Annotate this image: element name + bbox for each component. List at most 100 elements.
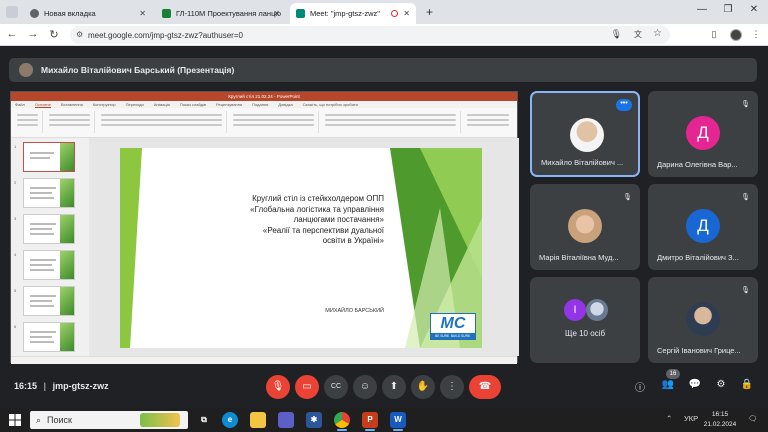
activities-icon[interactable]: ⚙ — [714, 379, 728, 390]
more-participants-tile[interactable]: I Ще 10 осіб — [530, 277, 640, 363]
minimize-icon[interactable]: — — [694, 4, 710, 15]
taskbar-clock[interactable]: 16:15 21.02.2024 — [702, 410, 738, 430]
participant-name: Марія Віталіївна Муд... — [539, 253, 619, 262]
tab-close-icon[interactable]: ✕ — [403, 9, 410, 18]
tab-label: ГЛ-110М Проектування ланцю — [176, 9, 281, 18]
edge-icon[interactable]: e — [222, 412, 238, 428]
ppt-tab: Скажіть, що потрібно зробити — [302, 102, 358, 107]
profile-avatar[interactable] — [730, 29, 742, 41]
meeting-code: jmp-gtsz-zwz — [52, 381, 109, 391]
url-field[interactable]: ⚙ meet.google.com/jmp-gtsz-zwz?authuser=… — [70, 26, 670, 44]
task-view-icon[interactable]: ⧉ — [196, 412, 212, 428]
participant-tile[interactable]: 🎙︎ Д Дмитро Віталійович З... — [648, 184, 758, 270]
slide-thumbnail[interactable] — [23, 178, 75, 208]
mic-toggle-button[interactable]: 🎙︎ — [266, 375, 290, 399]
ppt-status-bar — [11, 356, 517, 364]
search-highlight-icon — [140, 413, 180, 427]
clock-date: 21.02.2024 — [703, 421, 737, 428]
slide-green-decoration — [120, 148, 482, 348]
slide-thumbnail[interactable] — [23, 286, 75, 316]
file-explorer-icon[interactable] — [250, 412, 266, 428]
tab-new-tab[interactable]: Новая вкладка ✕ — [24, 3, 152, 24]
forward-icon[interactable]: → — [26, 28, 40, 40]
participant-tile[interactable]: ••• Михайло Віталійович ... — [530, 91, 640, 177]
logo-tagline: BE SURE. BUILD SURE. — [431, 333, 475, 339]
shared-screen[interactable]: Круглий стіл 21.02.24 - PowerPoint Файл … — [10, 91, 519, 364]
site-info-icon[interactable]: ⚙ — [76, 30, 83, 39]
participant-name: Ще 10 осіб — [564, 329, 606, 338]
reload-icon[interactable]: ↻ — [47, 28, 61, 41]
windows-start-icon[interactable] — [9, 414, 21, 426]
word-icon[interactable]: W — [390, 412, 406, 431]
participant-tile[interactable]: 🎙︎ Марія Віталіївна Муд... — [530, 184, 640, 270]
tab-close-icon[interactable]: ✕ — [273, 9, 280, 18]
window-close-icon[interactable]: ✕ — [746, 4, 762, 15]
clock-time: 16:15 — [711, 411, 729, 418]
participant-name: Дарина Олегівна Вар... — [657, 160, 738, 169]
host-controls-icon[interactable]: 🔒 — [740, 379, 754, 390]
slide-editor: Круглий стіл із стейкхолдером ОПП «Глоба… — [89, 138, 519, 356]
participant-photo — [570, 118, 604, 152]
maximize-icon[interactable]: ❐ — [720, 4, 736, 15]
raise-hand-button[interactable]: ✋ — [411, 375, 435, 399]
recording-dot-icon — [391, 10, 398, 17]
participant-avatar: I — [564, 299, 586, 321]
powerpoint-icon[interactable]: P — [362, 412, 378, 431]
participant-tile[interactable]: 🎙︎ Д Дарина Олегівна Вар... — [648, 91, 758, 177]
ppt-ribbon — [11, 108, 517, 138]
slide-thumbnail[interactable] — [23, 142, 75, 172]
tab-search-icon[interactable] — [6, 6, 18, 18]
chrome-icon[interactable] — [334, 412, 350, 431]
address-bar-row: ← → ↻ ⚙ meet.google.com/jmp-gtsz-zwz?aut… — [0, 24, 768, 46]
more-options-button[interactable]: ⋮ — [440, 375, 464, 399]
emoji-button[interactable]: ☺ — [353, 375, 377, 399]
new-tab-button[interactable]: + — [426, 5, 433, 19]
windows-taskbar: ⌕ Поиск ⧉ e ✱ P W ⌃ УКР 16:15 21.02.2024… — [0, 408, 768, 432]
captions-button[interactable]: CC — [324, 375, 348, 399]
bookmark-star-icon[interactable]: ☆ — [653, 28, 662, 39]
app-icon[interactable]: ✱ — [306, 412, 322, 428]
present-button[interactable]: ⬆ — [382, 375, 406, 399]
store-icon[interactable] — [278, 412, 294, 428]
chrome-menu-icon[interactable]: ⋮ — [750, 29, 762, 40]
participant-tile[interactable]: 🎙︎ Сергій Іванович Грице... — [648, 277, 758, 363]
tab-meet[interactable]: Meet: "jmp-gtsz-zwz" ✕ — [290, 3, 416, 24]
slide-thumbnail[interactable] — [23, 322, 75, 352]
mic-indicator-icon[interactable]: 🎙︎ — [611, 29, 622, 40]
mic-off-icon: 🎙︎ — [741, 101, 750, 108]
tab-docs[interactable]: ГЛ-110М Проектування ланцю ✕ — [156, 3, 286, 24]
more-options-icon[interactable]: ••• — [616, 99, 632, 111]
camera-toggle-button[interactable]: ▭ — [295, 375, 319, 399]
meeting-info: 16:15 | jmp-gtsz-zwz — [14, 381, 109, 391]
language-indicator[interactable]: УКР — [684, 414, 698, 423]
meet-control-bar: 16:15 | jmp-gtsz-zwz 🎙︎ ▭ CC ☺ ⬆ ✋ ⋮ ☎ ⓘ… — [0, 372, 768, 408]
slide-title-line: ланцюгами постачання» — [293, 215, 384, 224]
mic-off-icon: 🎙︎ — [741, 287, 750, 294]
slide-thumbnail[interactable] — [23, 214, 75, 244]
slide-title-line: освіти в Україні» — [322, 236, 384, 245]
ppt-tab: Показ слайдів — [179, 102, 207, 107]
chat-icon[interactable]: 💬 — [688, 379, 702, 390]
leave-call-button[interactable]: ☎ — [469, 375, 501, 399]
url-text: meet.google.com/jmp-gtsz-zwz?authuser=0 — [88, 30, 243, 40]
slide-title-line: Круглий стіл із стейкхолдером ОПП — [252, 194, 384, 203]
tab-label: Новая вкладка — [44, 9, 96, 18]
translate-icon[interactable]: 文 — [634, 29, 642, 40]
meeting-details-icon[interactable]: ⓘ — [633, 379, 647, 394]
meeting-time: 16:15 — [14, 381, 38, 391]
ppt-tab: Довідка — [278, 102, 293, 107]
notification-icon[interactable]: 🗨︎ — [748, 414, 758, 423]
current-slide: Круглий стіл із стейкхолдером ОПП «Глоба… — [120, 148, 482, 348]
sidepanel-icon[interactable]: ▯ — [708, 29, 720, 40]
presenter-bar: Михайло Віталійович Барський (Презентаці… — [9, 58, 757, 82]
slide-thumbnail[interactable] — [23, 250, 75, 280]
company-logo: MC BE SURE. BUILD SURE. — [430, 313, 476, 340]
tab-close-icon[interactable]: ✕ — [139, 9, 146, 18]
participant-avatar: Д — [686, 209, 720, 243]
people-icon[interactable]: 👥 — [661, 379, 675, 390]
slide-thumbnails: 1 2 3 4 5 6 — [11, 138, 89, 356]
tray-overflow-icon[interactable]: ⌃ — [666, 414, 672, 423]
slide-author: МИХАЙЛО БАРСЬКИЙ — [325, 308, 384, 314]
meet-stage: Михайло Віталійович Барський (Презентаці… — [0, 46, 768, 408]
back-icon[interactable]: ← — [5, 28, 19, 40]
